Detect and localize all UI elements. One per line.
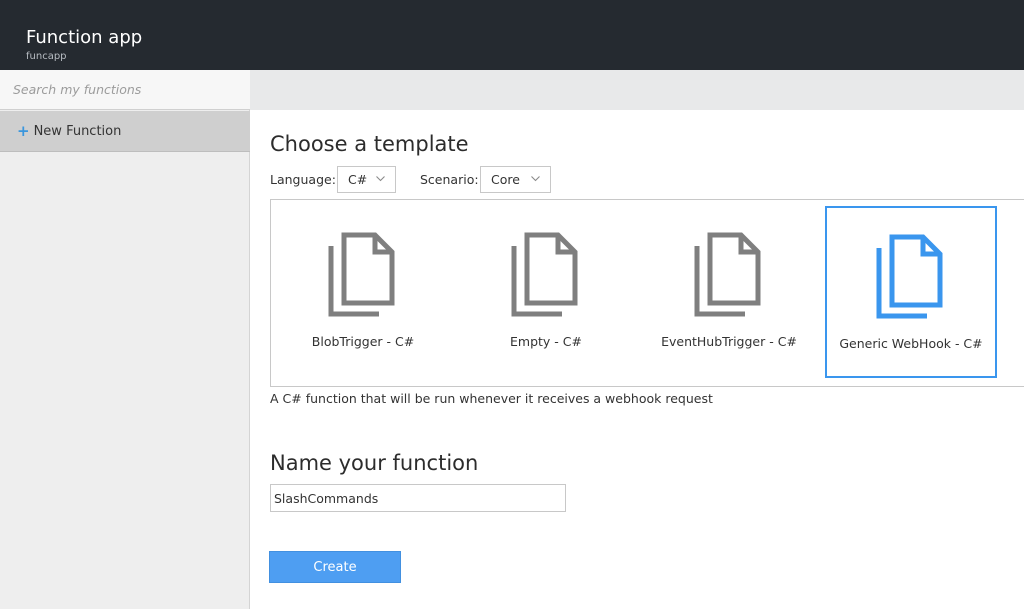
template-name: EventHubTrigger - C# [661, 334, 797, 349]
plus-icon: + [17, 121, 30, 140]
choose-template-heading: Choose a template [270, 132, 469, 156]
template-gallery: BlobTrigger - C# Empty - C# EventHubTrig… [270, 199, 1024, 387]
template-name: Empty - C# [510, 334, 582, 349]
template-card-eventhubtrigger[interactable]: EventHubTrigger - C# [643, 206, 815, 378]
language-label: Language: [270, 172, 336, 187]
scenario-value: Core [491, 172, 520, 187]
template-card-blobtrigger[interactable]: BlobTrigger - C# [277, 206, 449, 378]
chevron-down-icon [376, 176, 385, 182]
scenario-label: Scenario: [420, 172, 479, 187]
template-name: Generic WebHook - C# [839, 336, 983, 351]
document-icon [876, 234, 943, 319]
document-icon [328, 232, 395, 317]
app-title: Function app [26, 27, 143, 48]
app-subtitle: funcapp [26, 51, 67, 62]
template-name: BlobTrigger - C# [311, 334, 415, 349]
language-select[interactable]: C# [337, 166, 396, 193]
new-function-label: New Function [33, 123, 122, 139]
template-card-generic-webhook[interactable]: Generic WebHook - C# [825, 206, 997, 378]
document-icon [511, 232, 578, 317]
document-icon [694, 232, 761, 317]
template-card-empty[interactable]: Empty - C# [460, 206, 632, 378]
search-input[interactable] [0, 70, 250, 109]
top-bar: Function app funcapp [0, 0, 1024, 70]
sidebar: + New Function [0, 70, 250, 609]
main-panel: Choose a template Language: C# Scenario:… [250, 110, 1024, 609]
new-function-button[interactable]: + New Function [0, 111, 250, 152]
function-name-input[interactable] [270, 484, 566, 512]
create-button[interactable]: Create [269, 551, 401, 583]
content-header-strip [250, 70, 1024, 110]
scenario-select[interactable]: Core [480, 166, 551, 193]
language-value: C# [348, 172, 368, 187]
chevron-down-icon [531, 176, 540, 182]
search-box [0, 70, 250, 110]
template-description: A C# function that will be run whenever … [270, 391, 713, 406]
name-function-heading: Name your function [270, 451, 479, 475]
